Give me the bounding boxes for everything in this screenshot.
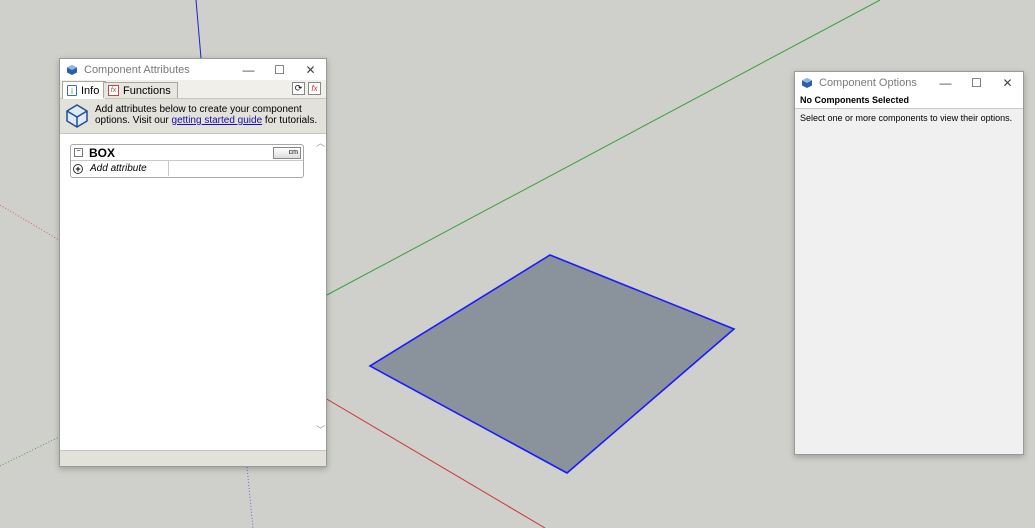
info-text: Add attributes below to create your comp… [95, 102, 322, 126]
refresh-icon[interactable]: ⟳ [292, 82, 305, 95]
toggle-formula-icon[interactable]: fx [308, 82, 321, 95]
fx-icon: fx [108, 85, 119, 96]
green-axis-dotted-line [0, 436, 60, 467]
component-header: − BOX cm [71, 145, 303, 161]
tab-info-label: Info [81, 84, 100, 97]
info-banner: Add attributes below to create your comp… [60, 99, 326, 134]
close-button[interactable]: ✕ [295, 59, 326, 80]
app-icon [802, 77, 812, 88]
add-icon[interactable]: + [73, 163, 83, 174]
component-options-window: Component Options — ☐ ✕ No Components Se… [794, 71, 1024, 455]
tab-functions-label: Functions [123, 84, 171, 97]
minimize-button[interactable]: — [930, 72, 961, 93]
scroll-down-icon[interactable]: ﹀ [316, 423, 325, 436]
add-attribute-row[interactable]: + Add attribute [71, 161, 303, 176]
component-attributes-window: Component Attributes — ☐ ✕ i Info fx Fun… [59, 58, 327, 467]
attributes-status-bar [60, 450, 326, 466]
red-axis-dotted-line [0, 204, 60, 241]
options-message: Select one or more components to view th… [800, 113, 1013, 123]
add-attribute-label[interactable]: Add attribute [86, 161, 169, 176]
info-icon: i [67, 85, 77, 96]
component-name: BOX [89, 145, 116, 160]
options-header: No Components Selected [795, 93, 1023, 109]
blue-axis-line [195, 0, 202, 59]
scroll-up-icon[interactable]: ︿ [316, 136, 325, 149]
getting-started-link[interactable]: getting started guide [172, 115, 263, 126]
options-window-title: Component Options [819, 76, 917, 89]
maximize-button[interactable]: ☐ [264, 59, 295, 80]
component-box-icon [66, 104, 88, 128]
component-attribute-block: − BOX cm + Add attribute [70, 144, 304, 178]
minimize-button[interactable]: — [233, 59, 264, 80]
blue-axis-dotted-line [246, 466, 254, 528]
info-text-part2: for tutorials. [262, 115, 318, 126]
options-titlebar[interactable]: Component Options — ☐ ✕ [795, 72, 1023, 93]
tab-info[interactable]: i Info [62, 81, 107, 99]
collapse-icon[interactable]: − [74, 148, 83, 157]
rectangle-face[interactable] [368, 254, 736, 474]
attributes-tab-bar: i Info fx Functions ⟳ fx [60, 80, 326, 99]
attributes-window-title: Component Attributes [84, 63, 190, 76]
maximize-button[interactable]: ☐ [961, 72, 992, 93]
attributes-panel: − BOX cm + Add attribute ︿ ﹀ [60, 134, 326, 444]
app-icon [67, 64, 77, 75]
attributes-titlebar[interactable]: Component Attributes — ☐ ✕ [60, 59, 326, 80]
unit-selector[interactable]: cm [273, 146, 301, 159]
tab-functions[interactable]: fx Functions [103, 82, 178, 98]
close-button[interactable]: ✕ [992, 72, 1023, 93]
vertical-scrollbar[interactable]: ︿ ﹀ [314, 134, 326, 444]
